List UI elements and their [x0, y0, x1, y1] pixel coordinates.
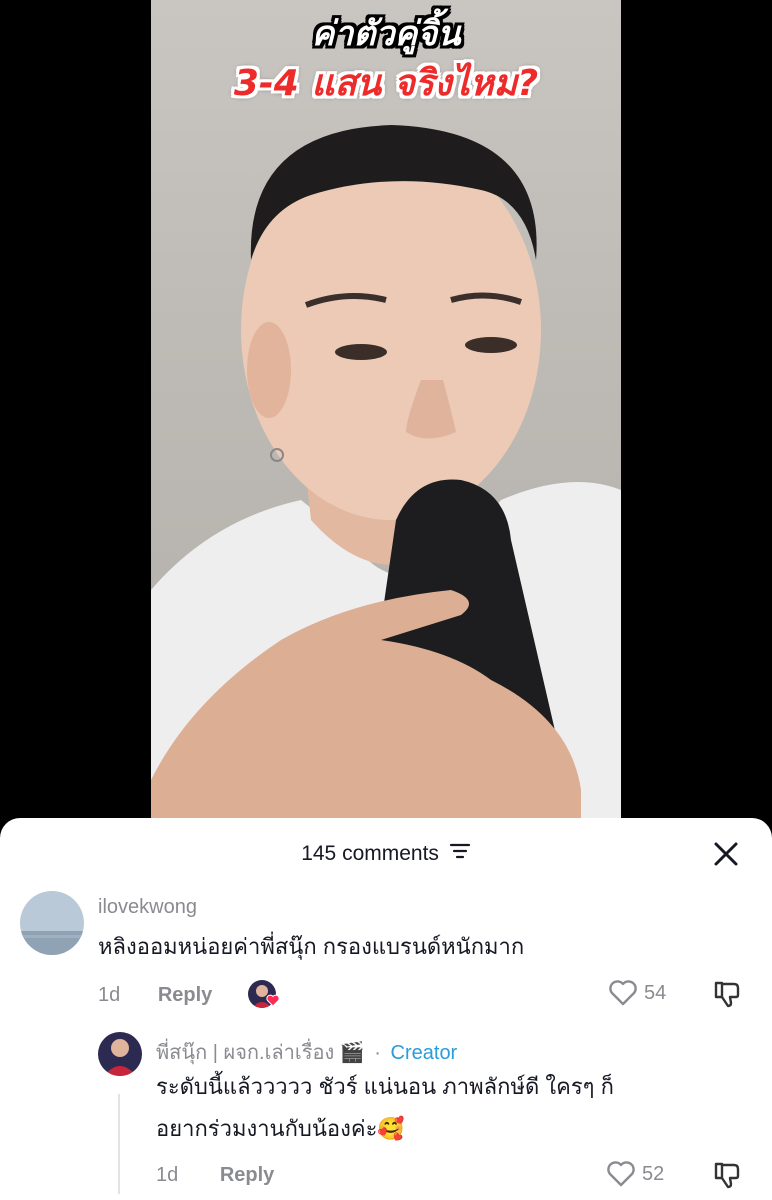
comment-time: 1d	[98, 984, 121, 1006]
comments-header: 145 comments	[0, 838, 772, 870]
thumbs-down-icon	[714, 981, 740, 1008]
close-button[interactable]	[710, 838, 742, 870]
video-caption-line1: ค่าตัวคู่จิ้น	[311, 14, 461, 54]
reply-meta: 1d Reply	[156, 1164, 274, 1187]
creator-badge: Creator	[390, 1042, 458, 1064]
heart-outline-icon	[607, 1161, 635, 1187]
sort-filter-icon[interactable]	[449, 838, 471, 870]
separator-dot: ·	[374, 1042, 381, 1064]
comment-text: หลิงออมหน่อยค่าพี่สนุ๊ก กรองแบรนด์หนักมา…	[98, 934, 525, 959]
comment-item: ilovekwong หลิงออมหน่อยค่าพี่สนุ๊ก กรองแ…	[0, 888, 772, 1018]
dislike-button[interactable]	[712, 978, 744, 1015]
like-button[interactable]: 54	[608, 979, 666, 1007]
comment-meta: 1d Reply	[98, 984, 212, 1007]
heart-icon	[266, 994, 280, 1007]
comment-count: 145 comments	[301, 842, 439, 865]
comments-sheet: 145 comments ilovekwong หลิงออมหน่อยค่าพ…	[0, 818, 772, 1200]
reply-comment-item: พี่สนุ๊ก | ผจก.เล่าเรื่อง 🎬 · Creator ระ…	[0, 1026, 772, 1200]
video-player[interactable]: ค่าตัวคู่จิ้น 3-4 แสน จริงไหม?	[151, 0, 621, 830]
reply-text-line2: อยากร่วมงานกับน้องค่ะ🥰	[156, 1116, 405, 1141]
video-frame	[151, 125, 621, 830]
creator-avatar[interactable]	[98, 1032, 142, 1076]
comment-username[interactable]: ilovekwong	[98, 896, 197, 919]
thumbs-down-icon	[714, 1162, 740, 1189]
reply-button[interactable]: Reply	[220, 1164, 274, 1186]
thread-line	[118, 1094, 120, 1194]
reply-time: 1d	[156, 1164, 179, 1186]
like-button[interactable]: 52	[606, 1160, 664, 1188]
creator-username[interactable]: พี่สนุ๊ก | ผจก.เล่าเรื่อง 🎬 · Creator	[156, 1036, 457, 1068]
close-icon	[714, 842, 738, 866]
video-caption-line2: 3-4 แสน จริงไหม?	[233, 63, 539, 104]
like-count: 52	[642, 1162, 665, 1185]
heart-outline-icon	[609, 980, 637, 1006]
reply-button[interactable]: Reply	[158, 984, 212, 1006]
avatar[interactable]	[20, 891, 84, 955]
dislike-button[interactable]	[712, 1159, 744, 1196]
like-count: 54	[644, 981, 667, 1004]
reply-text-line1: ระดับนี้แล้ววววว ชัวร์ แน่นอน ภาพลักษ์ดี…	[156, 1074, 614, 1099]
creator-name: พี่สนุ๊ก | ผจก.เล่าเรื่อง 🎬	[156, 1042, 365, 1064]
